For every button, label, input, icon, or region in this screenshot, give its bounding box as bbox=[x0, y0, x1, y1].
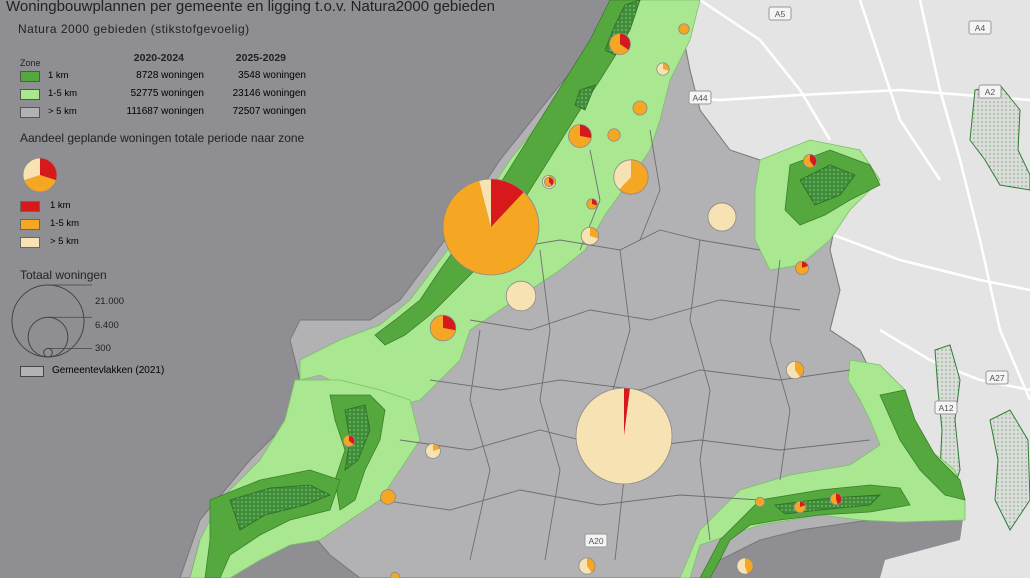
zone-value-2025: 23146 woningen bbox=[232, 88, 306, 99]
map-title: Woningbouwplannen per gemeente en liggin… bbox=[6, 0, 495, 15]
municipality-pie bbox=[785, 360, 805, 380]
legend-sample-pie bbox=[22, 157, 58, 193]
total-legend-title: Totaal woningen bbox=[20, 268, 107, 282]
zone-name: 1 km bbox=[48, 70, 69, 81]
size-label-large: 21.000 bbox=[95, 296, 125, 307]
zone-value-2025: 3548 woningen bbox=[238, 70, 306, 81]
municipality-pie bbox=[609, 33, 631, 55]
road-label-text: A12 bbox=[938, 403, 953, 413]
road-label: A4 bbox=[968, 20, 992, 35]
municipality-pie bbox=[586, 198, 598, 210]
road-label-text: A20 bbox=[588, 536, 603, 546]
municipality-label: Gemeentevlakken (2021) bbox=[52, 365, 165, 376]
municipality-pie bbox=[575, 387, 673, 485]
municipality-pie bbox=[425, 443, 441, 459]
municipality-pie bbox=[802, 153, 818, 169]
municipality-pie bbox=[607, 128, 621, 142]
municipality-pie bbox=[580, 226, 600, 246]
municipality-pie bbox=[505, 280, 537, 312]
municipality-pie bbox=[380, 489, 396, 505]
municipality-pie bbox=[754, 496, 766, 508]
municipality-pie bbox=[632, 100, 648, 116]
municipality-pie bbox=[442, 178, 540, 276]
share-row-5km: > 5 km bbox=[20, 236, 140, 250]
size-label-small: 300 bbox=[95, 343, 111, 354]
municipality-pie bbox=[656, 62, 670, 76]
zone-label: Zone bbox=[20, 58, 41, 68]
municipality-pie bbox=[793, 500, 807, 514]
share-row-1km: 1 km bbox=[20, 200, 140, 214]
zone-swatch bbox=[20, 71, 40, 82]
municipality-legend-row: Gemeentevlakken (2021) bbox=[20, 365, 190, 379]
municipality-pie bbox=[342, 434, 356, 448]
share-name: 1-5 km bbox=[50, 218, 80, 229]
municipality-pie bbox=[578, 557, 596, 575]
zone-row-1-5km: 1-5 km 52775 woningen 23146 woningen bbox=[20, 88, 306, 102]
road-label-text: A4 bbox=[975, 23, 986, 33]
map-subtitle: Natura 2000 gebieden (stikstofgevoelig) bbox=[18, 22, 250, 36]
map-canvas: A5 A4 A44 A2 A27 A12 A20 bbox=[0, 0, 1030, 578]
zone-name: 1-5 km bbox=[48, 88, 78, 99]
road-label-text: A2 bbox=[985, 87, 996, 97]
zone-row-5km: > 5 km 111687 woningen 72507 woningen bbox=[20, 106, 306, 120]
road-label: A20 bbox=[584, 533, 608, 548]
municipality-pie bbox=[429, 314, 457, 342]
share-row-1-5km: 1-5 km bbox=[20, 218, 140, 232]
share-swatch bbox=[20, 237, 40, 248]
road-label: A44 bbox=[688, 90, 712, 105]
road-label: A12 bbox=[934, 400, 958, 415]
zone-swatch bbox=[20, 107, 40, 118]
column-header-2020: 2020-2024 bbox=[133, 52, 184, 64]
share-swatch bbox=[20, 219, 40, 230]
share-swatch bbox=[20, 201, 40, 212]
road-label: A2 bbox=[978, 84, 1002, 99]
road-label-text: A5 bbox=[775, 9, 786, 19]
municipality-pie bbox=[568, 124, 592, 148]
column-header-2025: 2025-2029 bbox=[235, 52, 286, 64]
zone-name: > 5 km bbox=[48, 106, 77, 117]
municipality-pie bbox=[543, 176, 555, 188]
zone-row-1km: 1 km 8728 woningen 3548 woningen bbox=[20, 70, 306, 84]
municipality-swatch bbox=[20, 366, 44, 377]
share-name: 1 km bbox=[50, 200, 71, 211]
road-label: A27 bbox=[985, 370, 1009, 385]
share-legend-title: Aandeel geplande woningen totale periode… bbox=[20, 131, 305, 145]
road-label: A5 bbox=[768, 6, 792, 21]
municipality-pie bbox=[613, 159, 649, 195]
zone-swatch bbox=[20, 89, 40, 100]
municipality-pie bbox=[389, 571, 401, 578]
zone-value-2025: 72507 woningen bbox=[232, 106, 306, 117]
municipality-pie bbox=[736, 557, 754, 575]
municipality-pie bbox=[829, 492, 843, 506]
municipality-pie bbox=[707, 202, 737, 232]
road-label-text: A44 bbox=[692, 93, 707, 103]
share-legend-pie bbox=[22, 157, 58, 193]
share-name: > 5 km bbox=[50, 236, 79, 247]
size-label-medium: 6.400 bbox=[95, 320, 119, 331]
road-label-text: A27 bbox=[989, 373, 1004, 383]
municipality-pie bbox=[794, 260, 810, 276]
municipality-pie bbox=[678, 23, 690, 35]
